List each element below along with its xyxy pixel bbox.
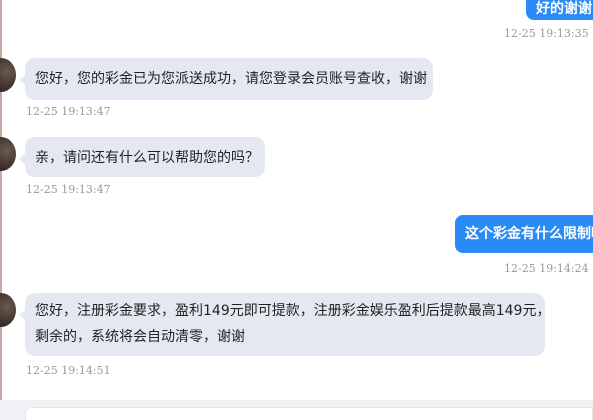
message-input[interactable] — [25, 407, 593, 420]
message-timestamp: 12-25 19:13:35 — [504, 27, 589, 40]
message-timestamp: 12-25 19:14:51 — [26, 364, 111, 377]
agent-avatar — [0, 137, 16, 171]
message-text: 亲，请问还有什么可以帮助您的吗？ — [35, 150, 259, 166]
message-timestamp: 12-25 19:13:47 — [26, 183, 111, 196]
chat-window: 好的谢谢 12-25 19:13:35 您好，您的彩金已为您派送成功，请您登录会… — [0, 0, 593, 420]
message-text: 这个彩金有什么限制吗 — [465, 226, 593, 242]
message-timestamp: 12-25 19:14:24 — [504, 262, 589, 275]
agent-avatar — [0, 293, 16, 327]
message-text-line: 剩余的，系统将会自动清零，谢谢 — [35, 329, 245, 345]
incoming-message-bubble: 您好，注册彩金要求，盈利149元即可提款，注册彩金娱乐盈利后提款最高149元， … — [19, 293, 551, 356]
message-text: 好的谢谢 — [536, 1, 592, 17]
message-text-line: 您好，注册彩金要求，盈利149元即可提款，注册彩金娱乐盈利后提款最高149元， — [35, 303, 551, 319]
message-timestamp: 12-25 19:13:47 — [26, 105, 111, 118]
incoming-message-bubble: 亲，请问还有什么可以帮助您的吗？ — [19, 137, 265, 177]
agent-avatar — [0, 58, 16, 92]
outgoing-message-bubble: 好的谢谢 — [526, 0, 593, 20]
outgoing-message-bubble: 这个彩金有什么限制吗 — [455, 215, 593, 253]
message-text: 您好，您的彩金已为您派送成功，请您登录会员账号查收，谢谢 — [35, 71, 427, 87]
incoming-message-bubble: 您好，您的彩金已为您派送成功，请您登录会员账号查收，谢谢 — [19, 58, 433, 100]
